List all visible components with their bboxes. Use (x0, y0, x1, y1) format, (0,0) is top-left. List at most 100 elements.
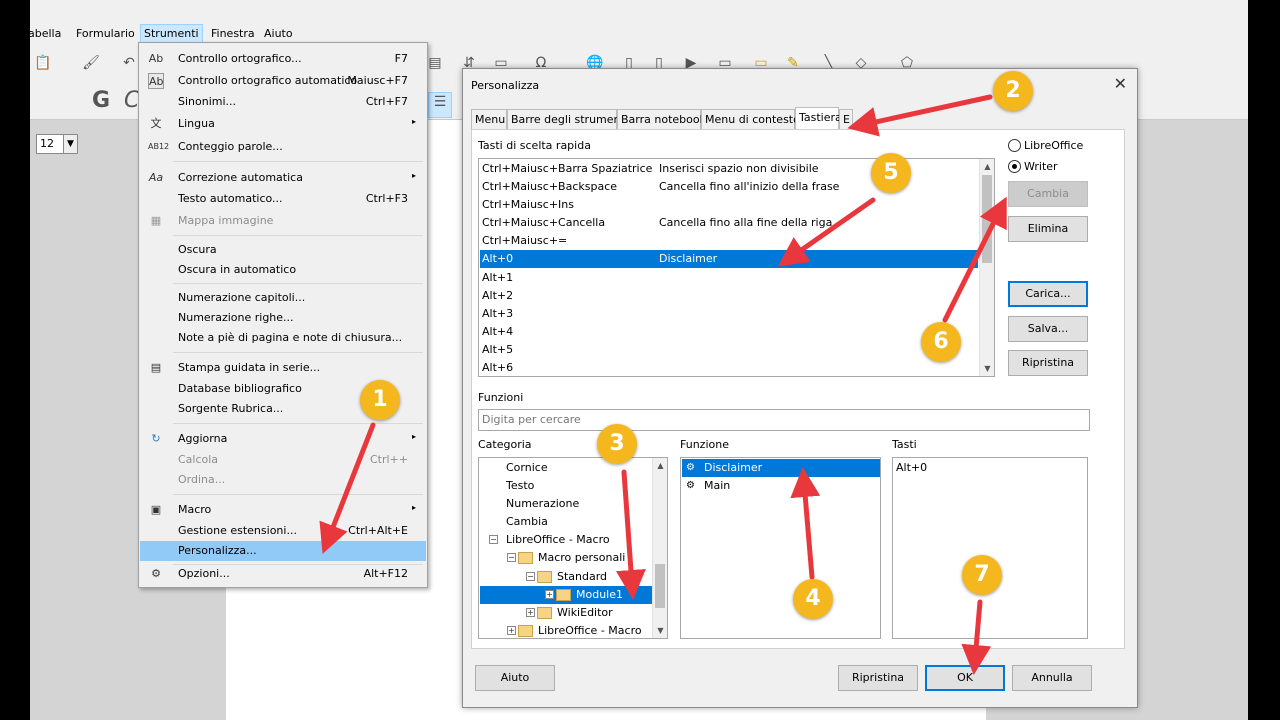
menu-item-personalizza[interactable]: Personalizza... (140, 541, 426, 561)
font-size-box[interactable]: 12 ▼ (36, 134, 78, 154)
tree-item-selected[interactable]: + Module1 (480, 586, 652, 604)
tasti-label: Tasti (892, 438, 917, 451)
shortcut-row[interactable]: Ctrl+Maiusc+= (480, 232, 978, 250)
key-item[interactable]: Alt+0 (894, 459, 1087, 477)
menu-strumenti[interactable]: Strumenti (140, 24, 203, 44)
expand-icon[interactable]: + (507, 626, 516, 635)
mail-merge-icon: ▤ (150, 361, 162, 374)
close-icon[interactable]: ✕ (1114, 74, 1127, 93)
app-window: abella Formulario Strumenti Finestra Aiu… (30, 0, 1248, 720)
shortcut-row[interactable]: Alt+1 (480, 269, 978, 287)
tree-item[interactable]: Testo (480, 477, 652, 495)
menu-tabella[interactable]: abella (30, 27, 61, 40)
scroll-thumb[interactable] (655, 564, 665, 608)
menu-item-label: Stampa guidata in serie... (178, 361, 321, 374)
tree-item[interactable]: Cambia (480, 513, 652, 531)
paste-icon[interactable]: 📋 (34, 54, 52, 72)
textbox-icon[interactable]: ▤ (426, 54, 444, 72)
tab-menu[interactable]: Menu (471, 109, 507, 130)
elimina-button[interactable]: Elimina (1008, 216, 1088, 242)
function-search-input[interactable]: Digita per cercare (478, 409, 1090, 431)
radio-writer[interactable] (1008, 160, 1021, 173)
ripristina-button[interactable]: Ripristina (838, 665, 918, 691)
menu-item-testo-automatico[interactable]: Testo automatico... Ctrl+F3 (140, 189, 426, 209)
dialog-title: Personalizza (471, 79, 540, 92)
menu-separator (173, 423, 423, 424)
collapse-icon[interactable]: − (507, 553, 516, 562)
shortcut-row[interactable]: Alt+2 (480, 287, 978, 305)
autocorrect-icon: Aa (148, 171, 164, 184)
menu-item-oscura-automatico[interactable]: Oscura in automatico (140, 260, 426, 280)
tree-item[interactable]: − Macro personali (480, 549, 652, 567)
menu-item-shortcut: Maiusc+F7 (347, 74, 408, 87)
shortcut-row[interactable]: Alt+4 (480, 323, 978, 341)
menu-item-conteggio-parole[interactable]: AB12 Conteggio parole... (140, 137, 426, 157)
scroll-thumb[interactable] (982, 175, 992, 263)
radio-libreoffice[interactable] (1008, 139, 1021, 152)
category-tree[interactable]: Cornice Testo Numerazione Cambia − LibreO… (478, 457, 668, 639)
function-list[interactable]: ⚙ Disclaimer ⚙ Main (680, 457, 881, 639)
menu-item-controllo-automatico[interactable]: Ab Controllo ortografico automatico Maiusc… (140, 71, 426, 91)
shortcuts-scrollbar[interactable]: ▲ ▼ (979, 159, 994, 376)
function-item-selected[interactable]: ⚙ Disclaimer (682, 459, 880, 477)
menu-item-controllo-ortografico[interactable]: Ab Controllo ortografico... F7 (140, 49, 426, 69)
keys-list[interactable]: Alt+0 (892, 457, 1088, 639)
shortcuts-list[interactable]: Ctrl+Maiusc+Barra Spaziatrice Inserisci s… (478, 158, 995, 377)
menu-item-numerazione-capitoli[interactable]: Numerazione capitoli... (140, 288, 426, 308)
menu-item-gestione-estensioni[interactable]: Gestione estensioni... Ctrl+Alt+E (140, 521, 426, 541)
shortcut-row[interactable]: Ctrl+Maiusc+Cancella Cancella fino alla f… (480, 214, 978, 232)
menu-item-aggiorna[interactable]: ↻ Aggiorna ▸ (140, 429, 426, 449)
scroll-down-icon[interactable]: ▼ (653, 623, 667, 638)
menu-item-correzione-automatica[interactable]: Aa Correzione automatica ▸ (140, 168, 426, 188)
align-left-icon[interactable]: ☰ (428, 92, 452, 118)
tab-menu-contesto[interactable]: Menu di contesto (701, 109, 800, 130)
menu-item-stampa-guidata[interactable]: ▤ Stampa guidata in serie... (140, 358, 426, 378)
tree-item[interactable]: − Standard (480, 568, 652, 586)
shortcut-row[interactable]: Alt+3 (480, 305, 978, 323)
tree-item[interactable]: Numerazione (480, 495, 652, 513)
chevron-down-icon[interactable]: ▼ (63, 135, 77, 153)
menu-item-oscura[interactable]: Oscura (140, 240, 426, 260)
tree-item[interactable]: + WikiEditor (480, 604, 652, 622)
category-scrollbar[interactable]: ▲ ▼ (652, 458, 667, 638)
annulla-button[interactable]: Annulla (1012, 665, 1092, 691)
collapse-icon[interactable]: − (489, 535, 498, 544)
menu-item-lingua[interactable]: 文 Lingua ▸ (140, 114, 426, 134)
bold-button[interactable]: G (92, 88, 110, 113)
tab-eventi[interactable]: E (839, 109, 853, 130)
scroll-up-icon[interactable]: ▲ (980, 159, 994, 174)
shortcut-row[interactable]: Ctrl+Maiusc+Ins (480, 196, 978, 214)
menu-item-macro[interactable]: ▣ Macro ▸ (140, 500, 426, 520)
menu-formulario[interactable]: Formulario (76, 27, 135, 40)
categoria-label: Categoria (478, 438, 532, 451)
aiuto-button[interactable]: Aiuto (475, 665, 555, 691)
tree-item[interactable]: + LibreOffice - Macro (480, 622, 652, 638)
salva-button[interactable]: Salva... (1008, 316, 1088, 342)
tab-barre-strumenti[interactable]: Barre degli strumenti (507, 109, 628, 130)
menu-item-calcola: Calcola Ctrl++ (140, 450, 426, 470)
expand-icon[interactable]: + (545, 590, 554, 599)
collapse-icon[interactable]: − (526, 572, 535, 581)
shortcut-row-selected[interactable]: Alt+0 Disclaimer (480, 250, 978, 268)
undo-icon[interactable]: ↶ (120, 54, 138, 72)
menu-finestra[interactable]: Finestra (211, 27, 255, 40)
shortcut-row[interactable]: Alt+6 (480, 359, 978, 376)
tree-item[interactable]: − LibreOffice - Macro (480, 531, 652, 549)
ok-button[interactable]: OK (925, 665, 1005, 691)
carica-button[interactable]: Carica... (1008, 281, 1088, 307)
tab-barra-notebook[interactable]: Barra notebook (617, 109, 706, 130)
scroll-up-icon[interactable]: ▲ (653, 458, 667, 473)
menu-aiuto[interactable]: Aiuto (264, 27, 293, 40)
tab-tastiera[interactable]: Tastiera (795, 107, 842, 130)
expand-icon[interactable]: + (526, 608, 535, 617)
menu-item-opzioni[interactable]: ⚙ Opzioni... Alt+F12 (140, 564, 426, 584)
clone-formatting-icon[interactable]: 🖌 (82, 54, 100, 72)
scroll-down-icon[interactable]: ▼ (980, 361, 994, 376)
shortcut-row[interactable]: Alt+5 (480, 341, 978, 359)
menu-item-sinonimi[interactable]: Sinonimi... Ctrl+F7 (140, 92, 426, 112)
step-badge-6: 6 (921, 322, 961, 362)
menu-item-numerazione-righe[interactable]: Numerazione righe... (140, 308, 426, 328)
menu-item-note[interactable]: Note a piè di pagina e note di chiusura.… (140, 328, 426, 348)
function-item[interactable]: ⚙ Main (682, 477, 880, 495)
ripristina-side-button[interactable]: Ripristina (1008, 350, 1088, 376)
